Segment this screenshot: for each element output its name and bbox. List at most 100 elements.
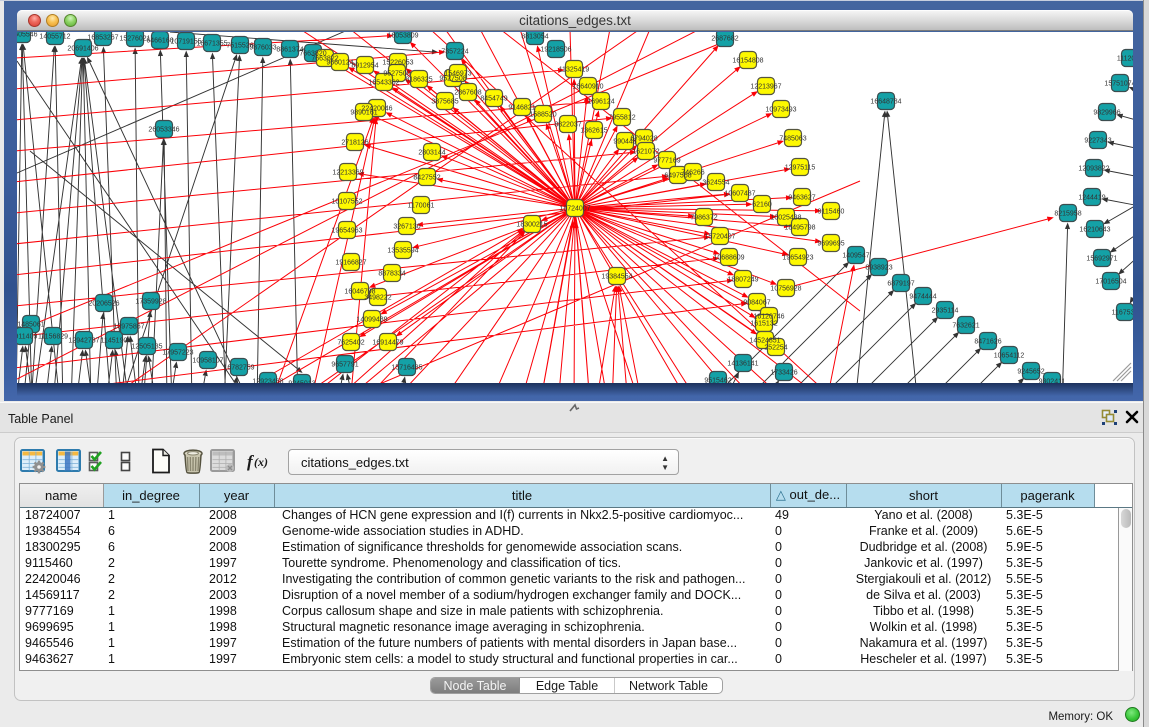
svg-text:1362615: 1362615 bbox=[580, 128, 607, 135]
svg-text:15716485: 15716485 bbox=[391, 365, 422, 372]
svg-text:9302411: 9302411 bbox=[1039, 379, 1066, 384]
svg-text:2687682: 2687682 bbox=[711, 36, 738, 43]
svg-text:19654923: 19654923 bbox=[782, 255, 813, 262]
svg-text:3624554: 3624554 bbox=[702, 180, 729, 187]
svg-text:12605546: 12605546 bbox=[17, 32, 38, 39]
svg-text:1615132: 1615132 bbox=[750, 321, 777, 328]
svg-text:16120746: 16120746 bbox=[753, 314, 784, 321]
svg-text:17016504: 17016504 bbox=[1095, 279, 1126, 286]
svg-text:12213967: 12213967 bbox=[750, 84, 781, 91]
svg-text:16640910: 16640910 bbox=[572, 84, 603, 91]
svg-text:(x): (x) bbox=[254, 455, 268, 469]
svg-text:1409547: 1409547 bbox=[842, 253, 869, 260]
svg-text:2867608: 2867608 bbox=[454, 90, 481, 97]
svg-text:1733426: 1733426 bbox=[770, 370, 797, 377]
svg-text:746266: 746266 bbox=[681, 170, 704, 177]
svg-text:9245652: 9245652 bbox=[1017, 369, 1044, 376]
svg-text:8215958: 8215958 bbox=[1054, 211, 1081, 218]
svg-text:16782759: 16782759 bbox=[223, 365, 254, 372]
svg-text:9245013: 9245013 bbox=[288, 381, 315, 384]
svg-text:20206526: 20206526 bbox=[88, 301, 119, 308]
svg-text:16543362: 16543362 bbox=[368, 80, 399, 87]
svg-text:10107552: 10107552 bbox=[331, 199, 362, 206]
svg-text:7485063: 7485063 bbox=[779, 136, 806, 143]
svg-text:3498222: 3498222 bbox=[364, 295, 391, 302]
svg-text:16914479: 16914479 bbox=[372, 340, 403, 347]
svg-text:10025438: 10025438 bbox=[770, 215, 801, 222]
svg-text:16053809: 16053809 bbox=[387, 33, 418, 40]
svg-text:10958107: 10958107 bbox=[192, 358, 223, 365]
svg-text:9699695: 9699695 bbox=[817, 241, 844, 248]
svg-text:12213369: 12213369 bbox=[332, 170, 363, 177]
svg-text:252254: 252254 bbox=[764, 345, 787, 352]
svg-text:8471626: 8471626 bbox=[974, 339, 1001, 346]
svg-text:3267130: 3267130 bbox=[393, 224, 420, 231]
svg-text:14099489: 14099489 bbox=[356, 317, 387, 324]
svg-text:7625402: 7625402 bbox=[337, 340, 364, 347]
svg-text:8186325: 8186325 bbox=[405, 77, 432, 84]
svg-text:1167533: 1167533 bbox=[1112, 310, 1133, 317]
svg-text:10756928: 10756928 bbox=[770, 286, 801, 293]
svg-text:9777169: 9777169 bbox=[653, 158, 680, 165]
svg-text:9474444: 9474444 bbox=[909, 294, 936, 301]
svg-text:10975867: 10975867 bbox=[113, 324, 144, 331]
svg-text:10688609: 10688609 bbox=[713, 255, 744, 262]
svg-text:1170061: 1170061 bbox=[408, 203, 435, 210]
svg-text:26053346: 26053346 bbox=[148, 127, 179, 134]
svg-text:9515462: 9515462 bbox=[704, 378, 731, 384]
svg-text:16210643: 16210643 bbox=[1079, 227, 1110, 234]
svg-text:3875685: 3875685 bbox=[431, 99, 458, 106]
svg-text:7632621: 7632621 bbox=[952, 323, 979, 330]
svg-text:1588520: 1588520 bbox=[529, 112, 556, 119]
svg-text:18300215: 18300215 bbox=[516, 222, 547, 229]
svg-text:15692971: 15692971 bbox=[1086, 256, 1117, 263]
svg-text:13535594: 13535594 bbox=[387, 248, 418, 255]
svg-text:19218506: 19218506 bbox=[540, 47, 571, 54]
svg-text:9227343: 9227343 bbox=[1084, 138, 1111, 145]
svg-text:12093822: 12093822 bbox=[1078, 166, 1109, 173]
svg-text:10654112: 10654112 bbox=[994, 353, 1025, 360]
svg-text:12975115: 12975115 bbox=[785, 165, 816, 172]
svg-text:8878334: 8878334 bbox=[378, 271, 405, 278]
svg-text:18495798: 18495798 bbox=[784, 225, 815, 232]
svg-text:1485061: 1485061 bbox=[17, 322, 44, 329]
svg-text:7986372: 7986372 bbox=[690, 215, 717, 222]
svg-text:1696124: 1696124 bbox=[587, 99, 614, 106]
svg-text:19166827: 19166827 bbox=[335, 260, 366, 267]
svg-text:14136141: 14136141 bbox=[727, 361, 758, 368]
svg-text:16853267: 16853267 bbox=[87, 35, 118, 42]
svg-text:15720407: 15720407 bbox=[704, 234, 735, 241]
svg-text:8938923: 8938923 bbox=[865, 265, 892, 272]
svg-text:1546973: 1546973 bbox=[444, 71, 471, 78]
svg-text:15226053: 15226053 bbox=[382, 60, 413, 67]
svg-text:16648784: 16648784 bbox=[870, 99, 901, 106]
svg-text:8912954: 8912954 bbox=[351, 63, 378, 70]
svg-text:7357224: 7357224 bbox=[441, 49, 468, 56]
svg-text:9876033: 9876033 bbox=[249, 45, 276, 52]
svg-text:17957223: 17957223 bbox=[162, 350, 193, 357]
svg-text:8427552: 8427552 bbox=[413, 175, 440, 182]
svg-text:8813054: 8813054 bbox=[521, 34, 548, 41]
svg-text:3911409: 3911409 bbox=[17, 334, 37, 341]
svg-text:12923468: 12923468 bbox=[252, 379, 283, 384]
svg-text:11156829: 11156829 bbox=[38, 334, 68, 341]
svg-text:16154808: 16154808 bbox=[732, 58, 763, 65]
svg-text:1112045: 1112045 bbox=[1117, 56, 1133, 63]
svg-text:16671355: 16671355 bbox=[196, 41, 227, 48]
svg-text:9463627: 9463627 bbox=[788, 195, 815, 202]
svg-text:8822037: 8822037 bbox=[554, 122, 581, 129]
svg-text:6794028: 6794028 bbox=[630, 136, 657, 143]
svg-text:9146821: 9146821 bbox=[508, 105, 535, 112]
svg-text:14524851: 14524851 bbox=[749, 338, 780, 345]
svg-text:1621072: 1621072 bbox=[632, 149, 659, 156]
svg-text:20691406: 20691406 bbox=[67, 46, 98, 53]
svg-text:2718126: 2718126 bbox=[341, 140, 368, 147]
svg-text:9890161: 9890161 bbox=[350, 110, 377, 117]
svg-text:12505135: 12505135 bbox=[131, 344, 162, 351]
svg-text:19384554: 19384554 bbox=[601, 274, 632, 281]
svg-text:8454749: 8454749 bbox=[480, 96, 507, 103]
svg-text:9657791: 9657791 bbox=[331, 362, 358, 369]
svg-text:9660124: 9660124 bbox=[326, 60, 353, 67]
svg-text:9084067: 9084067 bbox=[743, 300, 770, 307]
svg-text:17359928: 17359928 bbox=[135, 299, 166, 306]
